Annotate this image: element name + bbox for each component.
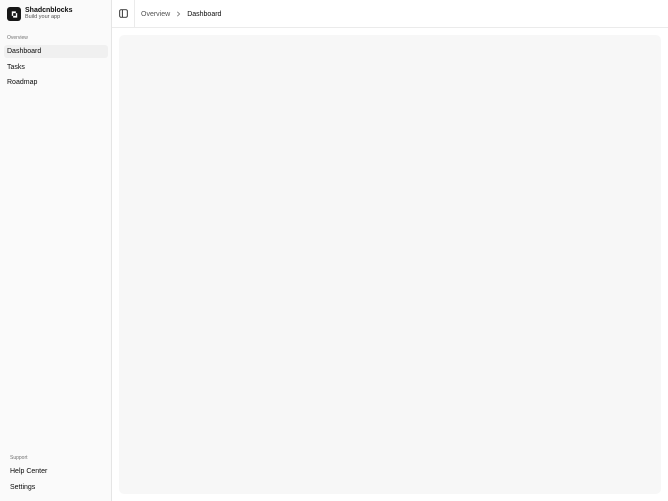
top-header: Overview Dashboard	[112, 0, 668, 28]
chevron-right-icon	[176, 11, 181, 17]
sidebar: Shadcnblocks Build your app Overview Das…	[0, 0, 112, 501]
sidebar-item-label: Help Center	[10, 468, 48, 475]
sidebar-toggle-button[interactable]	[118, 8, 128, 18]
sidebar-item-label: Settings	[10, 484, 36, 491]
logo-icon	[7, 7, 21, 21]
brand-name: Shadcnblocks	[25, 7, 73, 15]
sidebar-item-label: Dashboard	[7, 48, 42, 55]
sidebar-item-dashboard[interactable]: Dashboard	[4, 45, 108, 58]
header-divider	[134, 0, 135, 28]
sidebar-toggle-icon	[118, 8, 128, 18]
sidebar-group-overview: Overview	[7, 35, 28, 41]
sidebar-item-tasks[interactable]: Tasks	[4, 61, 108, 74]
breadcrumb: Overview Dashboard	[141, 9, 221, 19]
sidebar-group-support: Support	[10, 455, 28, 461]
brand-subtitle: Build your app	[25, 14, 61, 21]
sidebar-item-help-center[interactable]: Help Center	[7, 465, 108, 478]
sidebar-item-roadmap[interactable]: Roadmap	[4, 76, 108, 89]
brand[interactable]: Shadcnblocks Build your app	[4, 4, 108, 24]
content-panel	[119, 35, 661, 494]
sidebar-item-label: Roadmap	[7, 79, 38, 86]
main-area: Overview Dashboard	[112, 0, 668, 501]
sidebar-item-label: Tasks	[7, 64, 25, 71]
breadcrumb-current: Dashboard	[187, 10, 222, 18]
sidebar-item-settings[interactable]: Settings	[7, 481, 108, 494]
breadcrumb-overview-link[interactable]: Overview	[141, 11, 170, 18]
